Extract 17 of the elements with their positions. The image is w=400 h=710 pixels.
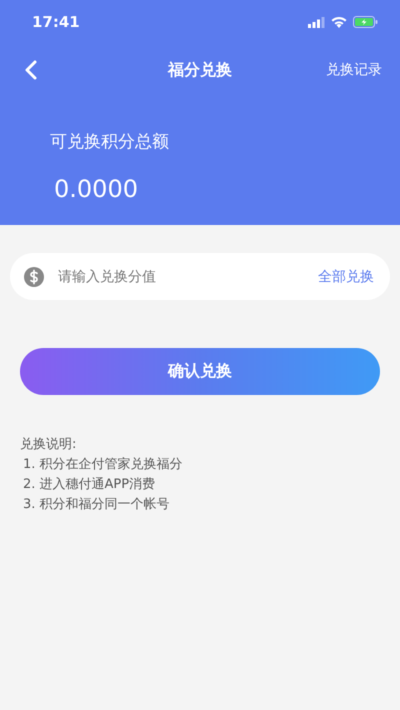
status-time: 17:41 [32, 13, 80, 31]
exchange-all-button[interactable]: 全部兑换 [318, 268, 374, 286]
dollar-coin-icon [24, 266, 44, 286]
exchange-records-link[interactable]: 兑换记录 [326, 61, 382, 79]
note-item: 1. 积分在企付管家兑换福分 [22, 456, 183, 474]
balance-label: 可兑换积分总额 [50, 131, 169, 153]
note-item: 3. 积分和福分同一个帐号 [22, 496, 170, 514]
page-title: 福分兑换 [168, 60, 232, 78]
exchange-amount-field[interactable]: 请输入兑换分值 全部兑换 [10, 253, 390, 300]
balance-amount: 0.0000 [54, 175, 138, 203]
wifi-icon [331, 16, 347, 28]
notes-heading: 兑换说明: [20, 436, 76, 454]
signal-icon [308, 16, 325, 28]
confirm-exchange-button[interactable]: 确认兑换 [20, 348, 380, 395]
back-icon[interactable] [24, 59, 38, 81]
battery-icon [353, 16, 378, 28]
note-item: 2. 进入穗付通APP消费 [22, 476, 156, 494]
